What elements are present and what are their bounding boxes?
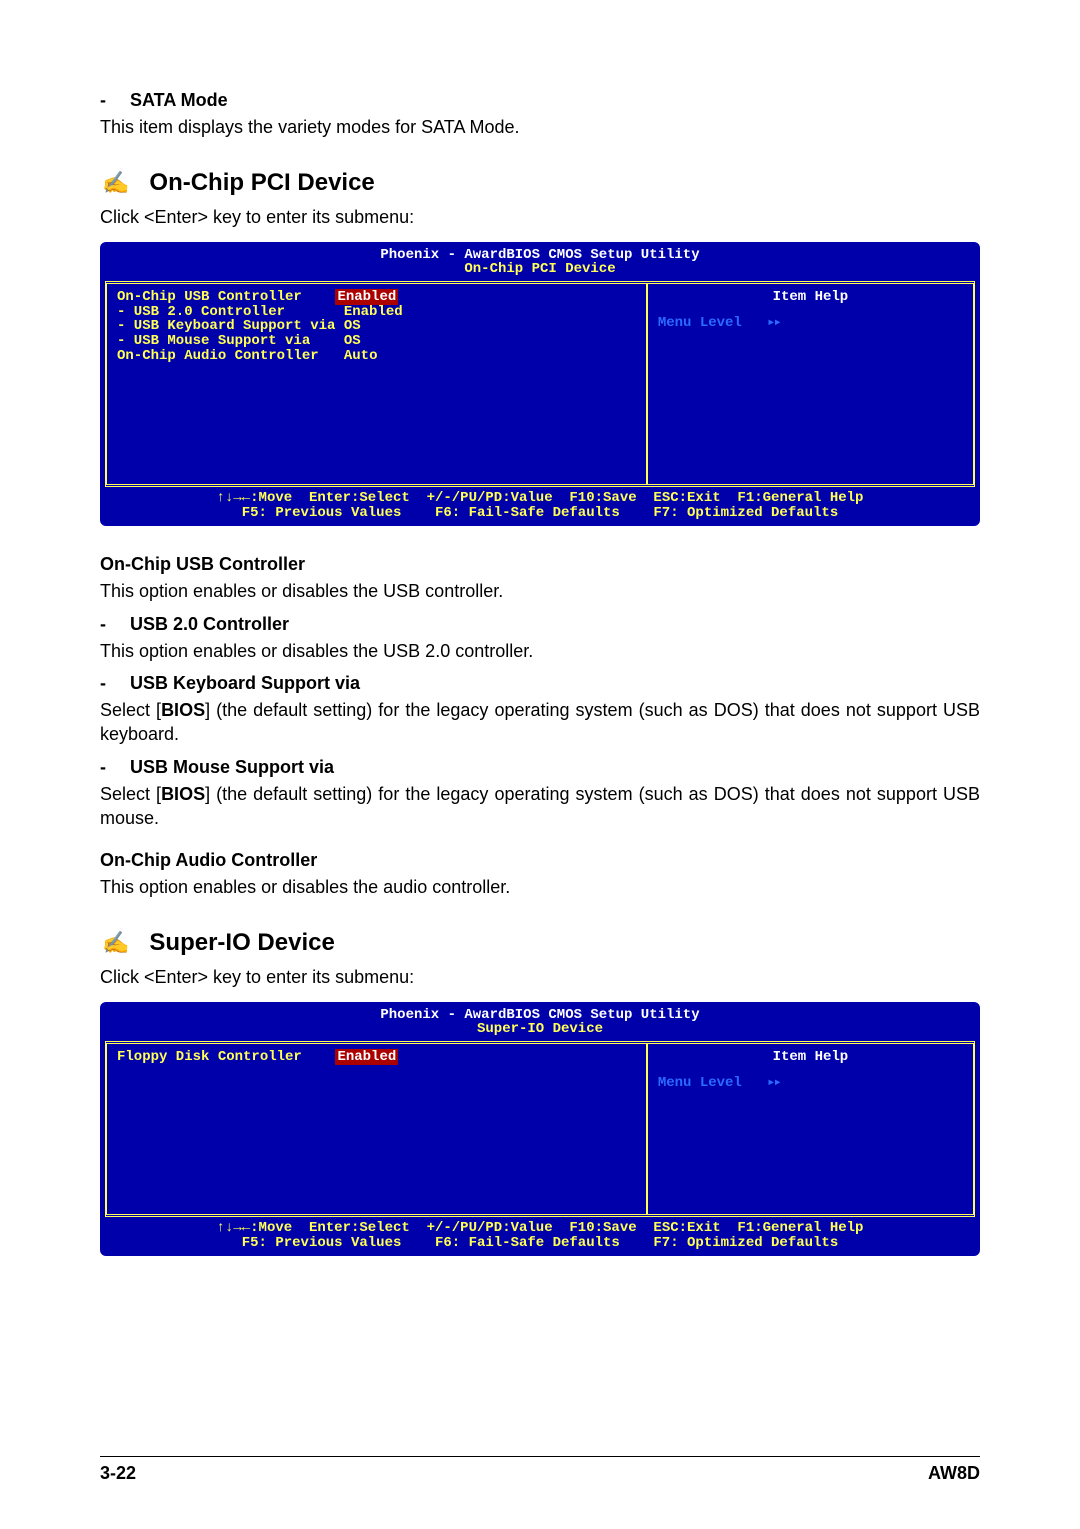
audio-controller-heading: On-Chip Audio Controller bbox=[100, 850, 980, 871]
pointer-icon: ✍ bbox=[102, 930, 129, 956]
sata-mode-heading: -SATA Mode bbox=[100, 90, 980, 111]
bios-help-panel: Item Help Menu Level ▸▸ bbox=[646, 1044, 973, 1214]
model-name: AW8D bbox=[928, 1463, 980, 1484]
pointer-icon: ✍ bbox=[102, 170, 129, 196]
sata-mode-label: SATA Mode bbox=[130, 90, 228, 110]
usb20-heading: -USB 2.0 Controller bbox=[100, 614, 980, 635]
sata-mode-desc: This item displays the variety modes for… bbox=[100, 115, 980, 139]
triangle-right-icon: ▸▸ bbox=[767, 1074, 780, 1090]
bios-menu-level-row: Menu Level ▸▸ bbox=[658, 315, 963, 331]
super-io-section-head: ✍ Super-IO Device bbox=[100, 929, 980, 957]
super-io-intro: Click <Enter> key to enter its submenu: bbox=[100, 965, 980, 989]
usb20-desc: This option enables or disables the USB … bbox=[100, 639, 980, 663]
bios-item-help-label: Item Help bbox=[658, 290, 963, 305]
usb-controller-desc: This option enables or disables the USB … bbox=[100, 579, 980, 603]
bios-item-help-label: Item Help bbox=[658, 1050, 963, 1065]
bios-body: Floppy Disk Controller Enabled Item Help… bbox=[105, 1041, 975, 1217]
page-number: 3-22 bbox=[100, 1463, 136, 1484]
bios-screenshot-on-chip-pci: Phoenix - AwardBIOS CMOS Setup Utility O… bbox=[100, 242, 980, 527]
super-io-title: Super-IO Device bbox=[149, 929, 334, 957]
audio-controller-desc: This option enables or disables the audi… bbox=[100, 875, 980, 899]
on-chip-pci-section-head: ✍ On-Chip PCI Device bbox=[100, 169, 980, 197]
triangle-right-icon: ▸▸ bbox=[767, 314, 780, 330]
bios-menu-level-row: Menu Level ▸▸ bbox=[658, 1075, 963, 1091]
usb-mouse-heading: -USB Mouse Support via bbox=[100, 757, 980, 778]
bios-title: Phoenix - AwardBIOS CMOS Setup Utility O… bbox=[105, 248, 975, 277]
bios-settings-panel: On-Chip USB Controller Enabled - USB 2.0… bbox=[107, 284, 646, 484]
page-footer: 3-22 AW8D bbox=[100, 1456, 980, 1484]
bios-footer-keys: ↑↓→←:Move Enter:Select +/-/PU/PD:Value F… bbox=[105, 1217, 975, 1252]
page-content: -SATA Mode This item displays the variet… bbox=[100, 90, 980, 1256]
usb-keyboard-desc: Select [BIOS] (the default setting) for … bbox=[100, 698, 980, 747]
bios-help-panel: Item Help Menu Level ▸▸ bbox=[646, 284, 973, 484]
bios-footer-keys: ↑↓→←:Move Enter:Select +/-/PU/PD:Value F… bbox=[105, 487, 975, 522]
usb-keyboard-heading: -USB Keyboard Support via bbox=[100, 673, 980, 694]
usb-mouse-desc: Select [BIOS] (the default setting) for … bbox=[100, 782, 980, 831]
on-chip-pci-title: On-Chip PCI Device bbox=[149, 169, 374, 197]
bios-screenshot-super-io: Phoenix - AwardBIOS CMOS Setup Utility S… bbox=[100, 1002, 980, 1257]
bios-body: On-Chip USB Controller Enabled - USB 2.0… bbox=[105, 281, 975, 487]
bios-title: Phoenix - AwardBIOS CMOS Setup Utility S… bbox=[105, 1008, 975, 1037]
usb-controller-heading: On-Chip USB Controller bbox=[100, 554, 980, 575]
bios-settings-panel: Floppy Disk Controller Enabled bbox=[107, 1044, 646, 1214]
on-chip-pci-intro: Click <Enter> key to enter its submenu: bbox=[100, 205, 980, 229]
